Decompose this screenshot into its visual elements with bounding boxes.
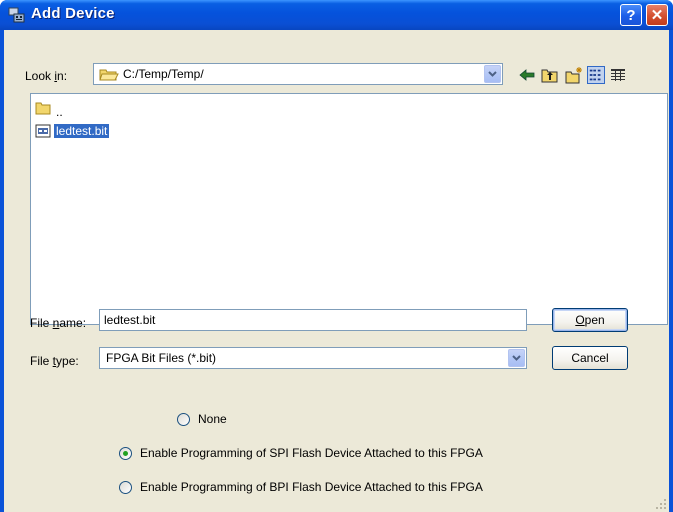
radio-bpi-circle[interactable] (119, 480, 132, 494)
look-in-label: Look in: (25, 69, 68, 83)
look-in-dropdown-button[interactable] (484, 65, 501, 83)
close-button[interactable]: ✕ (646, 4, 668, 26)
add-device-dialog: Add Device ? ✕ Look in: C:/Temp/Temp/ ..… (0, 0, 673, 512)
device-app-icon (8, 7, 25, 23)
file-name-label: File name: (30, 316, 87, 330)
chevron-down-icon (488, 71, 497, 77)
list-item[interactable]: .. (35, 99, 65, 119)
bit-file-icon (35, 124, 51, 137)
radio-spi-circle[interactable] (119, 446, 132, 460)
list-item[interactable]: ledtest.bit (35, 122, 110, 139)
radio-spi[interactable]: Enable Programming of SPI Flash Device A… (119, 446, 483, 460)
cancel-button[interactable]: Cancel (552, 346, 628, 370)
radio-none[interactable]: None (177, 412, 227, 426)
file-type-value: FPGA Bit Files (*.bit) (106, 351, 217, 365)
window-title: Add Device (31, 5, 115, 22)
detail-view-icon[interactable] (609, 66, 627, 84)
open-button[interactable]: Open (552, 308, 628, 332)
look-in-path: C:/Temp/Temp/ (123, 67, 204, 81)
resize-grip-icon[interactable] (655, 498, 667, 510)
back-icon[interactable] (518, 66, 536, 84)
look-in-combo[interactable]: C:/Temp/Temp/ (93, 63, 503, 85)
radio-none-label: None (198, 412, 227, 426)
radio-spi-label: Enable Programming of SPI Flash Device A… (140, 446, 483, 460)
up-folder-icon[interactable] (541, 66, 559, 84)
new-folder-icon[interactable] (565, 66, 583, 84)
list-item-label: ledtest.bit (54, 123, 110, 138)
file-type-label: File type: (30, 354, 79, 368)
radio-bpi-label: Enable Programming of BPI Flash Device A… (140, 480, 483, 494)
open-folder-icon (99, 69, 119, 81)
folder-icon (35, 102, 51, 114)
file-type-dropdown-button[interactable] (508, 349, 525, 367)
radio-bpi[interactable]: Enable Programming of BPI Flash Device A… (119, 480, 483, 494)
dialog-body: Look in: C:/Temp/Temp/ .. ledtest.bit Fi… (4, 30, 669, 512)
chevron-down-icon (512, 355, 521, 361)
list-view-icon[interactable] (587, 66, 605, 84)
list-item-label: .. (56, 104, 63, 119)
file-name-value: ledtest.bit (104, 313, 156, 327)
title-bar[interactable]: Add Device ? ✕ (0, 0, 673, 30)
help-button[interactable]: ? (620, 4, 642, 26)
file-type-combo[interactable]: FPGA Bit Files (*.bit) (99, 347, 527, 369)
file-name-input[interactable]: ledtest.bit (99, 309, 527, 331)
radio-none-circle[interactable] (177, 412, 190, 426)
file-list[interactable]: .. ledtest.bit (30, 93, 668, 325)
